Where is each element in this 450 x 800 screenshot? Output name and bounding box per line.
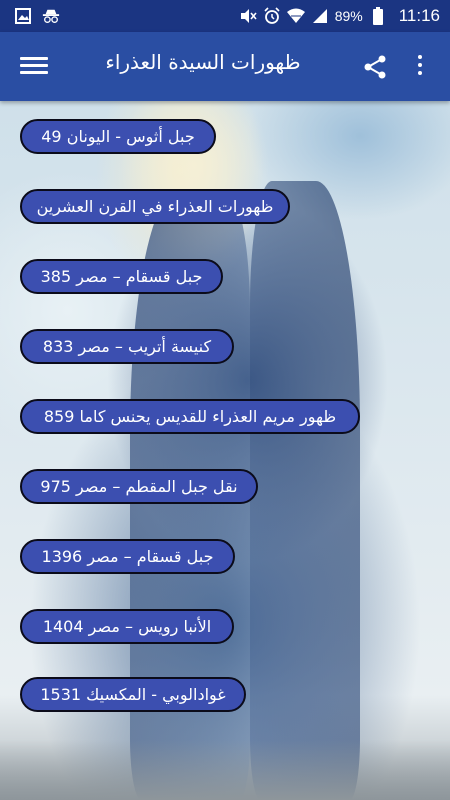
list-item[interactable]: غوادالوبي - المكسيك 1531 xyxy=(20,677,246,712)
list-item[interactable]: كنيسة أتريب – مصر 833 xyxy=(20,329,234,364)
wifi-icon xyxy=(286,7,305,25)
alarm-icon xyxy=(263,7,281,25)
painting-robe-right xyxy=(250,181,360,800)
mute-icon xyxy=(239,7,257,25)
list-item[interactable]: ظهور مريم العذراء للقديس يحنس كاما 859 xyxy=(20,399,360,434)
image-icon xyxy=(14,7,32,25)
page-title: ظهورات السيدة العذراء xyxy=(105,50,301,74)
app-bar: ظهورات السيدة العذراء xyxy=(0,32,450,101)
bottom-shade xyxy=(0,740,450,800)
battery-icon xyxy=(369,7,387,25)
list-item[interactable]: الأنبا رويس – مصر 1404 xyxy=(20,609,234,644)
clock: 11:16 xyxy=(398,6,440,25)
list-item[interactable]: نقل جبل المقطم – مصر 975 xyxy=(20,469,258,504)
list-item[interactable]: جبل قسقام – مصر 1396 xyxy=(20,539,235,574)
more-vert-icon[interactable] xyxy=(413,52,427,82)
list-item[interactable]: ظهورات العذراء في القرن العشرين xyxy=(20,189,290,224)
incognito-icon xyxy=(42,7,60,25)
signal-icon xyxy=(311,7,329,25)
list-item[interactable]: جبل أثوس - اليونان 49 xyxy=(20,119,216,154)
list-item[interactable]: جبل قسقام – مصر 385 xyxy=(20,259,223,294)
menu-icon[interactable] xyxy=(20,54,48,78)
share-icon[interactable] xyxy=(362,54,388,80)
status-bar: 89% 11:16 xyxy=(0,0,450,32)
battery-percent: 89% xyxy=(334,8,363,24)
